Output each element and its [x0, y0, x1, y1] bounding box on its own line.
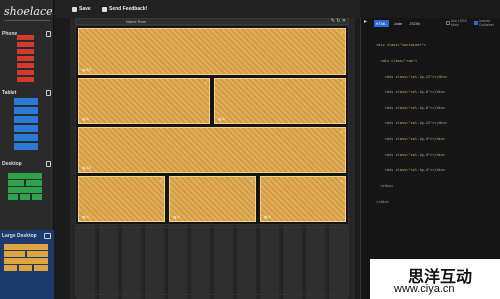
device-label: Desktop	[2, 161, 22, 167]
refresh-icon[interactable]: ↻	[336, 18, 340, 24]
code-line: <div class="col-lg-4"></div>	[376, 137, 446, 142]
code-line: </div>	[376, 183, 394, 188]
edit-icon[interactable]: ✎	[331, 18, 335, 24]
code-tabs: ▸ HTML Jade JSON Use LESS Mixin Include …	[361, 18, 500, 28]
tablet-preview	[14, 98, 38, 151]
desktop-preview	[8, 173, 42, 201]
remove-icon[interactable]: ×	[341, 80, 343, 85]
remove-icon[interactable]: ×	[341, 178, 343, 183]
code-line: </div>	[376, 199, 389, 204]
save-label: Save	[79, 6, 91, 12]
tab-html[interactable]: HTML	[373, 19, 389, 27]
row-container: lg-12 × lg-6 × lg-6 × lg-12 × lg-4 × lg-…	[75, 25, 349, 225]
tab-json[interactable]: JSON	[407, 20, 422, 27]
remove-icon[interactable]: ×	[160, 178, 162, 183]
phone-preview	[17, 35, 34, 82]
grid-cell[interactable]: lg-12 ×	[78, 28, 346, 75]
cell-label: lg-6	[82, 116, 89, 121]
large-monitor-icon	[44, 233, 51, 239]
code-line: <div class="col-lg-4"></div>	[376, 152, 446, 157]
grid-canvas: Name Row ✎ ↻ ✕ lg-12 × lg-6 × lg-6 × lg-…	[70, 18, 355, 299]
device-label: Phone	[2, 31, 18, 37]
row-tools: ✎ ↻ ✕	[331, 19, 346, 24]
checkbox[interactable]	[446, 21, 450, 25]
remove-icon[interactable]: ×	[341, 30, 343, 35]
code-block: <div class="container"> <div class="row"…	[376, 33, 447, 215]
remove-icon[interactable]: ×	[205, 80, 207, 85]
add-row-drop-area[interactable]	[75, 227, 349, 295]
cell-label: lg-4	[264, 214, 271, 219]
option-label: Use LESS Mixin	[450, 19, 467, 27]
cell-label: lg-12	[82, 67, 91, 72]
close-icon[interactable]: ✕	[342, 18, 346, 24]
device-label: Large Desktop	[2, 233, 37, 239]
code-line: <div class="col-lg-12"></div>	[376, 121, 448, 126]
monitor-icon	[46, 161, 51, 167]
logo: shoelace	[4, 3, 53, 21]
feedback-icon	[102, 6, 107, 12]
watermark-url: www.ciya.cn	[394, 283, 455, 295]
cell-label: lg-4	[82, 214, 89, 219]
device-label: Tablet	[2, 90, 17, 96]
grid-cell[interactable]: lg-4 ×	[260, 176, 346, 222]
grid-cell[interactable]: lg-6 ×	[78, 78, 210, 124]
cell-label: lg-6	[218, 116, 225, 121]
device-sidebar: shoelace Phone Tablet Desktop Large Desk…	[0, 0, 54, 299]
save-button[interactable]: Save	[72, 4, 91, 14]
device-desktop[interactable]: Desktop	[0, 158, 54, 228]
phone-icon	[46, 31, 51, 37]
cell-label: lg-12	[82, 165, 91, 170]
cell-label: lg-4	[173, 214, 180, 219]
option-label: Include Container	[478, 19, 494, 27]
tab-jade[interactable]: Jade	[392, 20, 405, 27]
use-less-mixin-option[interactable]: Use LESS Mixin	[446, 19, 471, 27]
save-icon	[72, 6, 77, 12]
device-phone[interactable]: Phone	[0, 25, 54, 85]
code-line: <div class="container">	[376, 43, 426, 48]
large-desktop-preview	[4, 244, 48, 272]
tablet-icon	[46, 90, 51, 96]
row-title: Name Row	[126, 19, 146, 24]
send-feedback-button[interactable]: Send Feedback!	[102, 4, 147, 14]
app-window: shoelace Phone Tablet Desktop Large Desk…	[0, 0, 500, 299]
feedback-label: Send Feedback!	[109, 6, 148, 12]
code-line: <div class="col-lg-6"></div>	[376, 105, 446, 110]
collapse-arrow-icon[interactable]: ▸	[364, 19, 370, 25]
include-container-option[interactable]: Include Container	[474, 19, 500, 27]
code-line: <div class="col-lg-6"></div>	[376, 90, 446, 95]
device-large-desktop[interactable]: Large Desktop	[0, 230, 54, 299]
checkbox-checked[interactable]	[474, 21, 478, 25]
code-line: <div class="row">	[376, 59, 418, 64]
code-output-panel: ▸ HTML Jade JSON Use LESS Mixin Include …	[360, 18, 500, 299]
device-tablet[interactable]: Tablet	[0, 88, 54, 155]
row-header[interactable]: Name Row ✎ ↻ ✕	[75, 18, 349, 25]
grid-cell[interactable]: lg-12 ×	[78, 127, 346, 173]
grid-cell[interactable]: lg-4 ×	[169, 176, 256, 222]
grid-cell[interactable]: lg-6 ×	[214, 78, 346, 124]
watermark: 思洋互动 www.ciya.cn	[370, 259, 500, 299]
code-line: <div class="col-lg-12"></div>	[376, 74, 448, 79]
remove-icon[interactable]: ×	[341, 129, 343, 134]
code-line: <div class="col-lg-4"></div>	[376, 168, 446, 173]
top-toolbar: Save Send Feedback!	[55, 0, 360, 18]
grid-cell[interactable]: lg-4 ×	[78, 176, 165, 222]
remove-icon[interactable]: ×	[251, 178, 253, 183]
